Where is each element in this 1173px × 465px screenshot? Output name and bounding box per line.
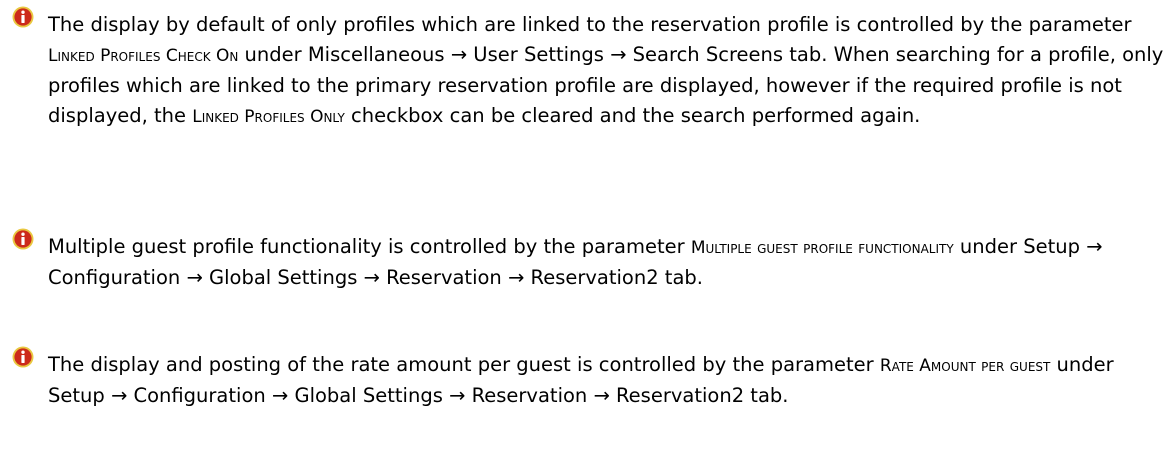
info-icon [12, 346, 34, 368]
parameter-name: Multiple guest profile functionality [690, 238, 954, 258]
help-page: The display by default of only profiles … [0, 0, 1173, 465]
note-text-segment: The display and posting of the rate amou… [48, 353, 880, 376]
note-text: The display by default of only profiles … [12, 6, 1165, 132]
parameter-name: Rate Amount per guest [879, 356, 1051, 376]
info-icon [12, 228, 34, 250]
note-text: The display and posting of the rate amou… [12, 346, 1165, 411]
info-note-rate-amount: The display and posting of the rate amou… [12, 346, 1165, 411]
info-note-multiple-guest: Multiple guest profile functionality is … [12, 228, 1165, 293]
note-text-segment: Multiple guest profile functionality is … [48, 235, 691, 258]
checkbox-name: Linked Profiles Only [192, 107, 345, 127]
note-text-segment: checkbox can be cleared and the search p… [344, 104, 921, 127]
note-text-segment: The display by default of only profiles … [48, 13, 1132, 36]
info-icon [12, 6, 34, 28]
note-text: Multiple guest profile functionality is … [12, 228, 1165, 293]
parameter-name: Linked Profiles Check On [48, 46, 239, 66]
info-note-linked-profiles: The display by default of only profiles … [12, 6, 1165, 132]
